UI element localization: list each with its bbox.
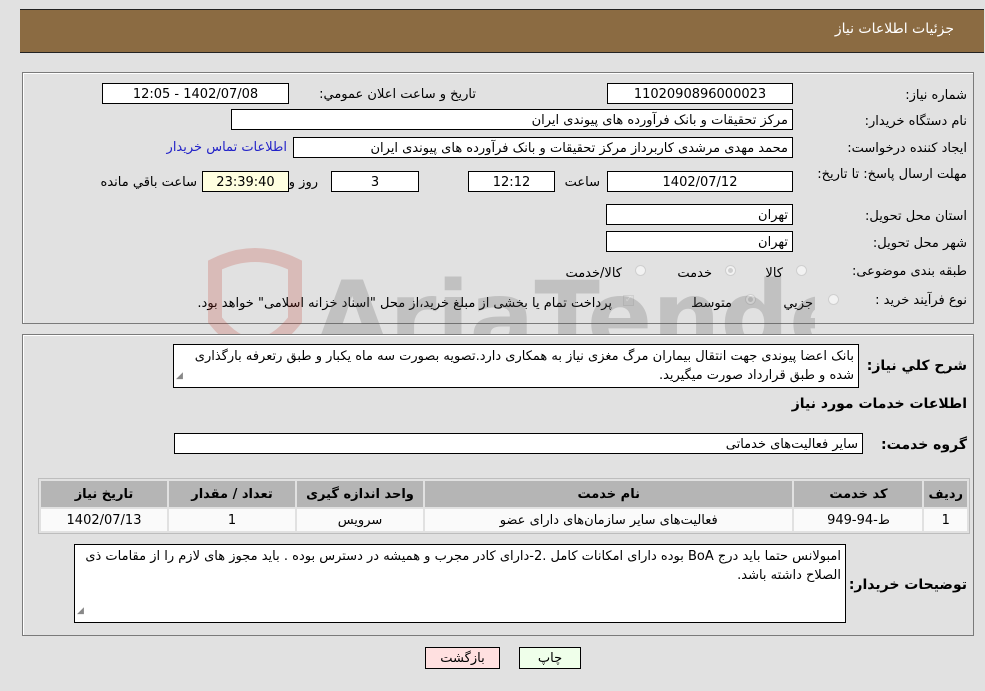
need-number-label: شماره نیاز: bbox=[905, 88, 967, 103]
col-row-number: ردیف bbox=[924, 481, 967, 507]
page-header: جزئیات اطلاعات نیاز bbox=[20, 9, 984, 53]
col-service-name: نام خدمت bbox=[425, 481, 793, 507]
province-field: تهران bbox=[606, 204, 793, 225]
description-label: شرح كلي نياز: bbox=[866, 358, 967, 374]
days-label: روز و bbox=[288, 175, 318, 190]
category-radio-goods-service[interactable] bbox=[635, 265, 646, 276]
city-label: شهر محل تحویل: bbox=[872, 236, 967, 251]
category-radio-goods[interactable] bbox=[796, 265, 807, 276]
services-table: ردیف کد خدمت نام خدمت واحد اندازه گیری ت… bbox=[38, 478, 970, 534]
remaining-label: ساعت باقي مانده bbox=[100, 175, 197, 190]
cell-service-code: ط-94-949 bbox=[794, 509, 923, 531]
category-option-service: خدمت bbox=[677, 266, 712, 281]
creator-field: محمد مهدی مرشدی کاربرداز مرکز تحقیقات و … bbox=[293, 137, 793, 158]
col-service-code: کد خدمت bbox=[794, 481, 923, 507]
cell-unit: سرویس bbox=[297, 509, 423, 531]
process-option-medium: متوسط bbox=[691, 296, 732, 311]
col-quantity: تعداد / مقدار bbox=[169, 481, 295, 507]
buyer-notes-text: امبولانس حتما باید درج BoA بوده دارای ام… bbox=[85, 549, 841, 583]
cell-row-number: 1 bbox=[924, 509, 967, 531]
category-label: طبقه بندی موضوعی: bbox=[851, 264, 967, 279]
process-radio-medium[interactable] bbox=[745, 294, 756, 305]
description-text: بانک اعضا پیوندی جهت انتقال بیماران مرگ … bbox=[194, 349, 854, 383]
cell-quantity: 1 bbox=[169, 509, 295, 531]
cell-need-date: 1402/07/13 bbox=[41, 509, 167, 531]
days-remaining-field: 3 bbox=[331, 171, 419, 192]
table-row: 1 ط-94-949 فعالیت‌های سایر سازمان‌های دا… bbox=[41, 509, 967, 531]
deadline-date-field: 1402/07/12 bbox=[607, 171, 793, 192]
resize-handle-icon[interactable]: ◢ bbox=[176, 367, 183, 386]
remaining-time-field: 23:39:40 bbox=[202, 171, 289, 192]
print-button[interactable]: چاپ bbox=[519, 647, 581, 669]
services-section-title: اطلاعات خدمات مورد نیاز bbox=[791, 396, 967, 412]
creator-label: ایجاد کننده درخواست: bbox=[847, 141, 967, 156]
buyer-notes-textarea[interactable]: امبولانس حتما باید درج BoA بوده دارای ام… bbox=[74, 544, 846, 623]
province-label: استان محل تحویل: bbox=[865, 209, 967, 224]
category-radio-service[interactable] bbox=[725, 265, 736, 276]
cell-service-name: فعالیت‌های سایر سازمان‌های دارای عضو bbox=[425, 509, 793, 531]
col-unit: واحد اندازه گیری bbox=[297, 481, 423, 507]
buyer-notes-label: توضیحات خریدار: bbox=[848, 577, 967, 593]
back-button[interactable]: بازگشت bbox=[425, 647, 500, 669]
buyer-contact-link[interactable]: اطلاعات تماس خریدار bbox=[167, 140, 287, 155]
deadline-label: مهلت ارسال پاسخ: تا تاریخ: bbox=[817, 167, 967, 182]
table-header-row: ردیف کد خدمت نام خدمت واحد اندازه گیری ت… bbox=[41, 481, 967, 507]
service-group-field: سایر فعالیت‌های خدماتی bbox=[174, 433, 863, 454]
process-label: نوع فرآیند خرید : bbox=[875, 293, 967, 308]
treasury-note: پرداخت تمام یا بخشی از مبلغ خرید،از محل … bbox=[197, 296, 612, 311]
service-group-label: گروه خدمت: bbox=[881, 437, 967, 453]
description-textarea[interactable]: بانک اعضا پیوندی جهت انتقال بیماران مرگ … bbox=[173, 344, 859, 388]
col-need-date: تاریخ نیاز bbox=[41, 481, 167, 507]
city-field: تهران bbox=[606, 231, 793, 252]
treasury-checkbox[interactable]: ✓ bbox=[623, 295, 634, 306]
category-option-goods-service: کالا/خدمت bbox=[565, 266, 622, 281]
category-option-goods: کالا bbox=[765, 266, 783, 281]
process-option-minor: جزيي bbox=[783, 296, 813, 311]
page-title: جزئیات اطلاعات نیاز bbox=[834, 21, 954, 37]
deadline-time-field: 12:12 bbox=[468, 171, 555, 192]
resize-handle-icon[interactable]: ◢ bbox=[77, 602, 84, 621]
announce-datetime-field: 1402/07/08 - 12:05 bbox=[102, 83, 289, 104]
announce-label: تاریخ و ساعت اعلان عمومي: bbox=[319, 87, 476, 102]
process-radio-minor[interactable] bbox=[828, 294, 839, 305]
need-number-field: 1102090896000023 bbox=[607, 83, 793, 104]
buyer-org-field: مرکز تحقیقات و بانک فرآورده های پیوندی ا… bbox=[231, 109, 793, 130]
deadline-time-label: ساعت bbox=[564, 175, 600, 190]
buyer-org-label: نام دستگاه خریدار: bbox=[864, 114, 967, 129]
